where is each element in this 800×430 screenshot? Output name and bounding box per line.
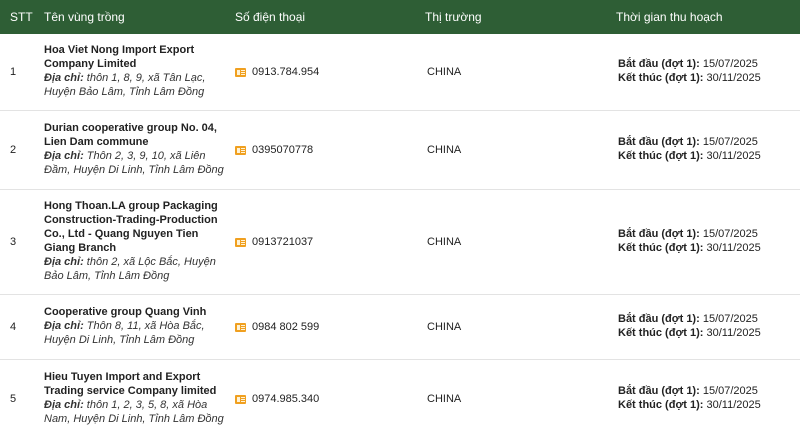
row-market: CHINA (427, 66, 462, 78)
table-row: 4 Cooperative group Quang Vinh Địa chỉ: … (0, 295, 800, 360)
row-market: CHINA (427, 321, 462, 333)
phone-book-icon (235, 237, 246, 247)
row-phone[interactable]: 0984 802 599 (235, 321, 319, 333)
row-name-cell: Durian cooperative group No. 04, Lien Da… (44, 121, 224, 177)
row-market: CHINA (427, 236, 462, 248)
row-phone[interactable]: 0974.985.340 (235, 393, 319, 405)
header-stt: STT (10, 10, 33, 24)
row-phone-number[interactable]: 0395070778 (252, 144, 313, 156)
row-name: Hoa Viet Nong Import Export Company Limi… (44, 44, 195, 70)
row-name-cell: Hong Thoan.LA group Packaging Constructi… (44, 199, 224, 283)
row-stt: 5 (10, 393, 17, 405)
row-phone-number[interactable]: 0984 802 599 (252, 321, 319, 333)
row-stt: 3 (10, 236, 17, 248)
table-row: 2 Durian cooperative group No. 04, Lien … (0, 111, 800, 190)
row-name: Cooperative group Quang Vinh (44, 306, 207, 318)
header-market: Thị trường (425, 10, 482, 24)
header-phone: Số điện thoại (235, 10, 306, 24)
row-market: CHINA (427, 393, 462, 405)
row-harvest: Bắt đầu (đợt 1): 15/07/2025 Kết thúc (đợ… (618, 58, 761, 84)
row-harvest: Bắt đầu (đợt 1): 15/07/2025 Kết thúc (đợ… (618, 228, 761, 254)
row-phone-number[interactable]: 0913721037 (252, 236, 313, 248)
row-address: Địa chỉ: thôn 2, xã Lộc Bắc, Huyện Bảo L… (44, 256, 216, 282)
header-harvest: Thời gian thu hoạch (616, 10, 723, 24)
phone-book-icon (235, 322, 246, 332)
row-name: Durian cooperative group No. 04, Lien Da… (44, 122, 217, 148)
row-phone[interactable]: 0913.784.954 (235, 66, 319, 78)
phone-book-icon (235, 67, 246, 77)
row-name: Hieu Tuyen Import and Export Trading ser… (44, 371, 217, 397)
row-stt: 4 (10, 321, 17, 333)
table-row: 5 Hieu Tuyen Import and Export Trading s… (0, 360, 800, 430)
row-phone-number[interactable]: 0974.985.340 (252, 393, 319, 405)
row-address: Địa chỉ: Thôn 2, 3, 9, 10, xã Liên Đầm, … (44, 150, 224, 176)
row-harvest: Bắt đầu (đợt 1): 15/07/2025 Kết thúc (đợ… (618, 136, 761, 162)
table-header: STT Tên vùng trồng Số điện thoại Thị trư… (0, 0, 800, 34)
row-phone[interactable]: 0913721037 (235, 236, 313, 248)
row-market: CHINA (427, 144, 462, 156)
row-name: Hong Thoan.LA group Packaging Constructi… (44, 200, 218, 254)
row-address: Địa chỉ: Thôn 8, 11, xã Hòa Bắc, Huyện D… (44, 320, 205, 346)
row-name-cell: Hieu Tuyen Import and Export Trading ser… (44, 370, 224, 426)
row-phone[interactable]: 0395070778 (235, 144, 313, 156)
row-stt: 2 (10, 144, 17, 156)
row-address: Địa chỉ: thôn 1, 2, 3, 5, 8, xã Hòa Nam,… (44, 399, 224, 425)
row-harvest: Bắt đầu (đợt 1): 15/07/2025 Kết thúc (đợ… (618, 385, 761, 411)
phone-book-icon (235, 145, 246, 155)
row-address: Địa chỉ: thôn 1, 8, 9, xã Tân Lạc, Huyện… (44, 72, 206, 98)
row-name-cell: Hoa Viet Nong Import Export Company Limi… (44, 43, 224, 99)
header-name: Tên vùng trồng (44, 10, 125, 24)
row-phone-number[interactable]: 0913.784.954 (252, 66, 319, 78)
table-row: 1 Hoa Viet Nong Import Export Company Li… (0, 34, 800, 111)
row-stt: 1 (10, 66, 17, 78)
phone-book-icon (235, 394, 246, 404)
row-name-cell: Cooperative group Quang Vinh Địa chỉ: Th… (44, 305, 224, 347)
growing-areas-table: STT Tên vùng trồng Số điện thoại Thị trư… (0, 0, 800, 430)
row-harvest: Bắt đầu (đợt 1): 15/07/2025 Kết thúc (đợ… (618, 313, 761, 339)
table-row: 3 Hong Thoan.LA group Packaging Construc… (0, 190, 800, 295)
